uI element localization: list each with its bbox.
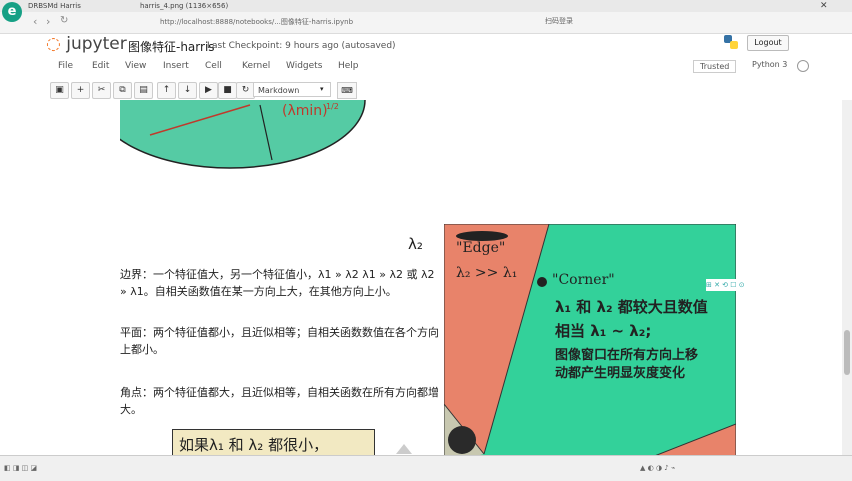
command-palette-icon[interactable]: ⌨ <box>337 82 357 99</box>
kernel-status-icon <box>797 60 809 72</box>
corner-line-3: 图像窗口在所有方向上移 <box>555 348 699 363</box>
move-up-icon[interactable]: ↑ <box>157 82 176 99</box>
menu-view[interactable]: View <box>125 61 146 71</box>
back-icon[interactable]: ‹ <box>33 15 37 28</box>
menu-edit[interactable]: Edit <box>92 61 109 71</box>
taskbar-icons[interactable]: ◧ ◨ ◫ ◪ <box>4 464 37 472</box>
browser-tab-bar <box>0 0 852 12</box>
lambda-min-label: (λmin) <box>282 103 328 119</box>
tray-icons[interactable]: ▲ ◐ ◑ ♪ ⌁ <box>640 464 675 472</box>
edge-label: "Edge" <box>456 240 506 256</box>
corner-line-2: 相当 λ₁ ~ λ₂; <box>555 322 652 340</box>
refresh-icon[interactable]: ↻ <box>60 15 68 26</box>
forward-icon[interactable]: › <box>46 15 50 28</box>
tab-harris[interactable]: DRBSMd Harris <box>28 0 81 12</box>
notebook-content: (λmin) 1/2 λ₂ 边界：一个特征值大，另一个特征值小，λ1 » λ2 … <box>0 100 852 455</box>
jupyter-logo[interactable]: ◌ jupyter <box>46 34 127 54</box>
exponent-label: 1/2 <box>326 102 339 111</box>
insert-cell-icon[interactable]: + <box>71 82 90 99</box>
jupyter-orbit-icon: ◌ <box>46 34 61 54</box>
paste-icon[interactable]: ▤ <box>134 82 153 99</box>
arrow-shape <box>396 444 412 454</box>
python-logo-icon <box>722 33 740 51</box>
stop-icon[interactable]: ■ <box>218 82 237 99</box>
save-icon[interactable]: ▣ <box>50 82 69 99</box>
tab-harris-image[interactable]: harris_4.png (1136×656) <box>140 0 228 12</box>
edge-condition: λ₂ >> λ₁ <box>456 265 518 281</box>
floating-tools[interactable]: ⊞ ✕ ⟲ ☐ ⊙ <box>706 279 780 291</box>
edge-description: 边界：一个特征值大，另一个特征值小，λ1 » λ2 λ1 » λ2 或 λ2 »… <box>120 268 435 298</box>
jupyter-logo-text: jupyter <box>66 34 127 54</box>
taskbar <box>0 455 852 481</box>
menu-widgets[interactable]: Widgets <box>286 61 322 71</box>
flat-description: 平面：两个特征值都小，且近似相等；自相关函数数值在各个方向上都小。 <box>120 326 439 356</box>
menu-insert[interactable]: Insert <box>163 61 189 71</box>
notebook-title[interactable]: 图像特征-harris <box>128 38 215 55</box>
menu-kernel[interactable]: Kernel <box>242 61 270 71</box>
ellipse-figure <box>120 100 366 169</box>
chevron-down-icon: ▾ <box>320 85 324 93</box>
close-window-icon[interactable]: ✕ <box>820 0 828 12</box>
corner-line-4: 动都产生明显灰度变化 <box>555 366 686 381</box>
menu-file[interactable]: File <box>58 61 73 71</box>
corner-line-1: λ₁ 和 λ₂ 都较大且数值 <box>555 298 708 316</box>
url-input[interactable]: http://localhost:8888/notebooks/...图像特征-… <box>160 15 580 29</box>
copy-icon[interactable]: ⧉ <box>113 82 132 99</box>
lambda2-axis-label: λ₂ <box>408 235 423 253</box>
corner-label: "Corner" <box>552 272 615 288</box>
move-down-icon[interactable]: ↓ <box>178 82 197 99</box>
bookmark-link[interactable]: 扫码登录 <box>545 16 573 26</box>
logout-button[interactable]: Logout <box>747 35 789 51</box>
run-icon[interactable]: ▶ <box>199 82 218 99</box>
scrollbar[interactable] <box>842 100 852 455</box>
menu-help[interactable]: Help <box>338 61 359 71</box>
corner-description: 角点：两个特征值都大，且近似相等，自相关函数在所有方向都增大。 <box>120 386 439 416</box>
menu-cell[interactable]: Cell <box>205 61 222 71</box>
kernel-name: Python 3 <box>752 60 788 69</box>
scrollbar-thumb[interactable] <box>844 330 850 375</box>
checkpoint-status: Last Checkpoint: 9 hours ago (autosaved) <box>207 41 396 51</box>
trusted-badge[interactable]: Trusted <box>693 60 737 73</box>
browser-logo-icon: e <box>2 2 22 22</box>
cut-icon[interactable]: ✂ <box>92 82 111 99</box>
condition-box: 如果λ₁ 和 λ₂ 都很小， <box>172 429 375 455</box>
